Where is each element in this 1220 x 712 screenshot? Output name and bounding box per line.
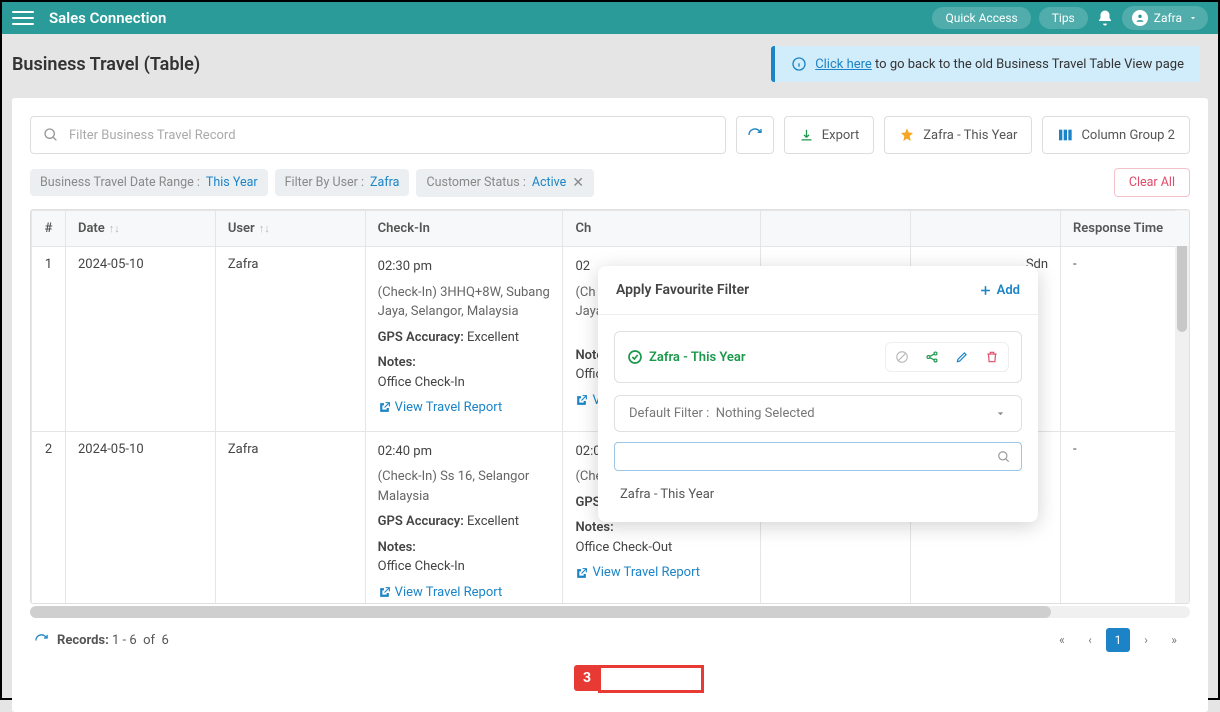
filter-chip-date-range[interactable]: Business Travel Date Range : This Year — [30, 169, 268, 196]
filters-row: Business Travel Date Range : This Year F… — [30, 168, 1190, 197]
favourite-filter-popup: Apply Favourite Filter Add Zafra - This … — [598, 266, 1038, 522]
plus-icon — [978, 283, 993, 298]
page-first[interactable]: « — [1050, 628, 1074, 652]
chip-value: Zafra — [370, 175, 399, 190]
chip-label: Filter By User : — [285, 175, 364, 190]
popup-title: Apply Favourite Filter — [616, 282, 749, 298]
table-footer: Records: 1 - 6 of 6 « ‹ 1 › » — [30, 618, 1190, 652]
th-checkout[interactable]: Ch — [563, 211, 761, 247]
delete-icon[interactable] — [978, 345, 1006, 369]
external-link-icon — [575, 567, 588, 580]
close-icon[interactable]: ✕ — [572, 175, 584, 191]
th-checkin[interactable]: Check-In — [365, 211, 563, 247]
default-value: Nothing Selected — [716, 406, 815, 421]
external-link-icon — [575, 394, 588, 407]
tips-button[interactable]: Tips — [1039, 7, 1088, 29]
favourite-item[interactable]: Zafra - This Year — [614, 331, 1022, 383]
sort-icon: ↑↓ — [109, 222, 120, 235]
page-prev[interactable]: ‹ — [1078, 628, 1102, 652]
quick-access-button[interactable]: Quick Access — [932, 7, 1030, 29]
page-title: Business Travel (Table) — [12, 54, 200, 75]
banner-link[interactable]: Click here — [815, 57, 872, 72]
default-label: Default Filter : — [629, 406, 709, 421]
search-icon — [997, 450, 1011, 464]
view-report-link[interactable]: View Travel Report — [378, 398, 503, 418]
favourite-name: Zafra - This Year — [649, 350, 746, 365]
edit-icon[interactable] — [948, 345, 976, 369]
refresh-button[interactable] — [736, 116, 774, 154]
records-label: Records: — [57, 633, 109, 648]
th-distance[interactable] — [761, 211, 911, 247]
bell-icon[interactable] — [1096, 9, 1114, 27]
horizontal-scrollbar[interactable] — [30, 606, 1190, 618]
chip-label: Business Travel Date Range : — [40, 175, 200, 190]
view-report-link[interactable]: View Travel Report — [575, 563, 700, 583]
search-input[interactable] — [69, 128, 713, 143]
th-response[interactable]: Response Time — [1061, 211, 1189, 247]
chip-value: Active — [532, 175, 566, 190]
th-num[interactable]: # — [32, 211, 66, 247]
download-icon — [799, 128, 814, 143]
vertical-scrollbar[interactable] — [1175, 210, 1189, 603]
refresh-icon — [747, 127, 763, 143]
page-last[interactable]: » — [1162, 628, 1186, 652]
page-header: Business Travel (Table) Click here to go… — [2, 34, 1218, 98]
chevron-down-icon — [994, 407, 1007, 420]
topbar: Sales Connection Quick Access Tips Zafra — [2, 2, 1218, 34]
th-date[interactable]: Date↑↓ — [65, 211, 215, 247]
step-badge: 3 — [574, 665, 600, 691]
popup-search[interactable] — [614, 442, 1022, 471]
chevron-down-icon — [1188, 13, 1198, 23]
info-banner: Click here to go back to the old Busines… — [771, 46, 1200, 82]
avatar-icon — [1132, 10, 1148, 26]
column-group-button[interactable]: Column Group 2 — [1042, 116, 1190, 154]
brand-title: Sales Connection — [49, 9, 166, 27]
sort-icon: ↑↓ — [259, 222, 270, 235]
default-filter-select[interactable]: Default Filter : Nothing Selected — [614, 395, 1022, 432]
star-icon — [899, 127, 915, 143]
filter-chip-user[interactable]: Filter By User : Zafra — [275, 169, 410, 196]
hamburger-menu-icon[interactable] — [12, 7, 34, 29]
info-icon — [791, 56, 807, 72]
user-name: Zafra — [1154, 11, 1182, 25]
popup-search-input[interactable] — [625, 449, 997, 464]
export-label: Export — [822, 128, 860, 143]
export-button[interactable]: Export — [784, 116, 875, 154]
user-menu[interactable]: Zafra — [1122, 6, 1208, 30]
check-circle-icon — [627, 349, 643, 365]
disable-icon[interactable] — [888, 345, 916, 369]
option-highlight — [598, 665, 704, 693]
filter-chip-customer-status[interactable]: Customer Status : Active ✕ — [416, 169, 594, 197]
chip-value: This Year — [206, 175, 258, 190]
search-box[interactable] — [30, 116, 726, 154]
toolbar: Export Zafra - This Year Column Group 2 — [30, 116, 1190, 154]
favorite-filter-button[interactable]: Zafra - This Year — [884, 116, 1032, 154]
clear-all-button[interactable]: Clear All — [1114, 168, 1190, 197]
external-link-icon — [378, 586, 391, 599]
add-filter-button[interactable]: Add — [978, 283, 1020, 298]
banner-text: to go back to the old Business Travel Ta… — [872, 57, 1184, 72]
filter-option[interactable]: Zafra - This Year — [610, 479, 1026, 510]
share-icon[interactable] — [918, 345, 946, 369]
columns-icon — [1057, 127, 1073, 143]
refresh-icon[interactable] — [34, 633, 49, 648]
page-number[interactable]: 1 — [1106, 628, 1130, 652]
external-link-icon — [378, 401, 391, 414]
th-customer[interactable] — [911, 211, 1061, 247]
page-next[interactable]: › — [1134, 628, 1158, 652]
favorite-label: Zafra - This Year — [923, 128, 1017, 143]
column-group-label: Column Group 2 — [1081, 128, 1175, 143]
view-report-link[interactable]: View Travel Report — [378, 583, 503, 603]
search-icon — [43, 127, 59, 143]
th-user[interactable]: User↑↓ — [215, 211, 365, 247]
content-card: Export Zafra - This Year Column Group 2 … — [12, 98, 1208, 712]
chip-label: Customer Status : — [426, 175, 525, 190]
